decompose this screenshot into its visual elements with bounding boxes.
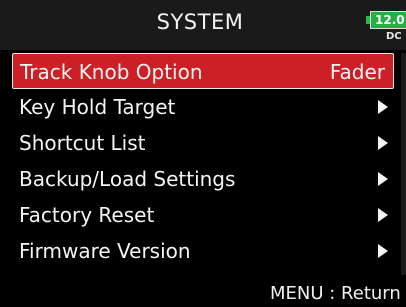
menu-item-track-knob-option[interactable]: Track Knob Option Fader — [12, 53, 394, 89]
chevron-right-icon — [378, 100, 388, 114]
device-screen: SYSTEM 12.0 DC Track Knob Option Fader K… — [0, 0, 406, 307]
chevron-right-icon — [378, 244, 388, 258]
menu-item-backup-load-settings[interactable]: Backup/Load Settings — [12, 161, 394, 197]
menu-item-factory-reset[interactable]: Factory Reset — [12, 197, 394, 233]
menu-item-key-hold-target[interactable]: Key Hold Target — [12, 89, 394, 125]
power-source-label: DC — [386, 31, 402, 42]
side-panel — [401, 53, 406, 275]
system-menu: Track Knob Option Fader Key Hold Target … — [12, 53, 394, 269]
menu-item-label: Backup/Load Settings — [19, 167, 236, 191]
chevron-right-icon — [378, 172, 388, 186]
chevron-right-icon — [378, 208, 388, 222]
menu-item-label: Key Hold Target — [19, 95, 176, 119]
menu-item-firmware-version[interactable]: Firmware Version — [12, 233, 394, 269]
battery-level: 12.0 — [370, 11, 406, 29]
header-bar: SYSTEM 12.0 DC — [0, 0, 406, 50]
menu-item-label: Shortcut List — [19, 131, 146, 155]
page-title: SYSTEM — [156, 10, 244, 34]
menu-item-label: Factory Reset — [19, 203, 155, 227]
footer-hint: MENU : Return — [270, 283, 401, 304]
menu-item-label: Track Knob Option — [20, 60, 203, 84]
menu-item-value: Fader — [329, 60, 385, 84]
chevron-right-icon — [378, 136, 388, 150]
menu-item-label: Firmware Version — [19, 239, 191, 263]
menu-item-shortcut-list[interactable]: Shortcut List — [12, 125, 394, 161]
battery-icon: 12.0 — [366, 11, 406, 29]
